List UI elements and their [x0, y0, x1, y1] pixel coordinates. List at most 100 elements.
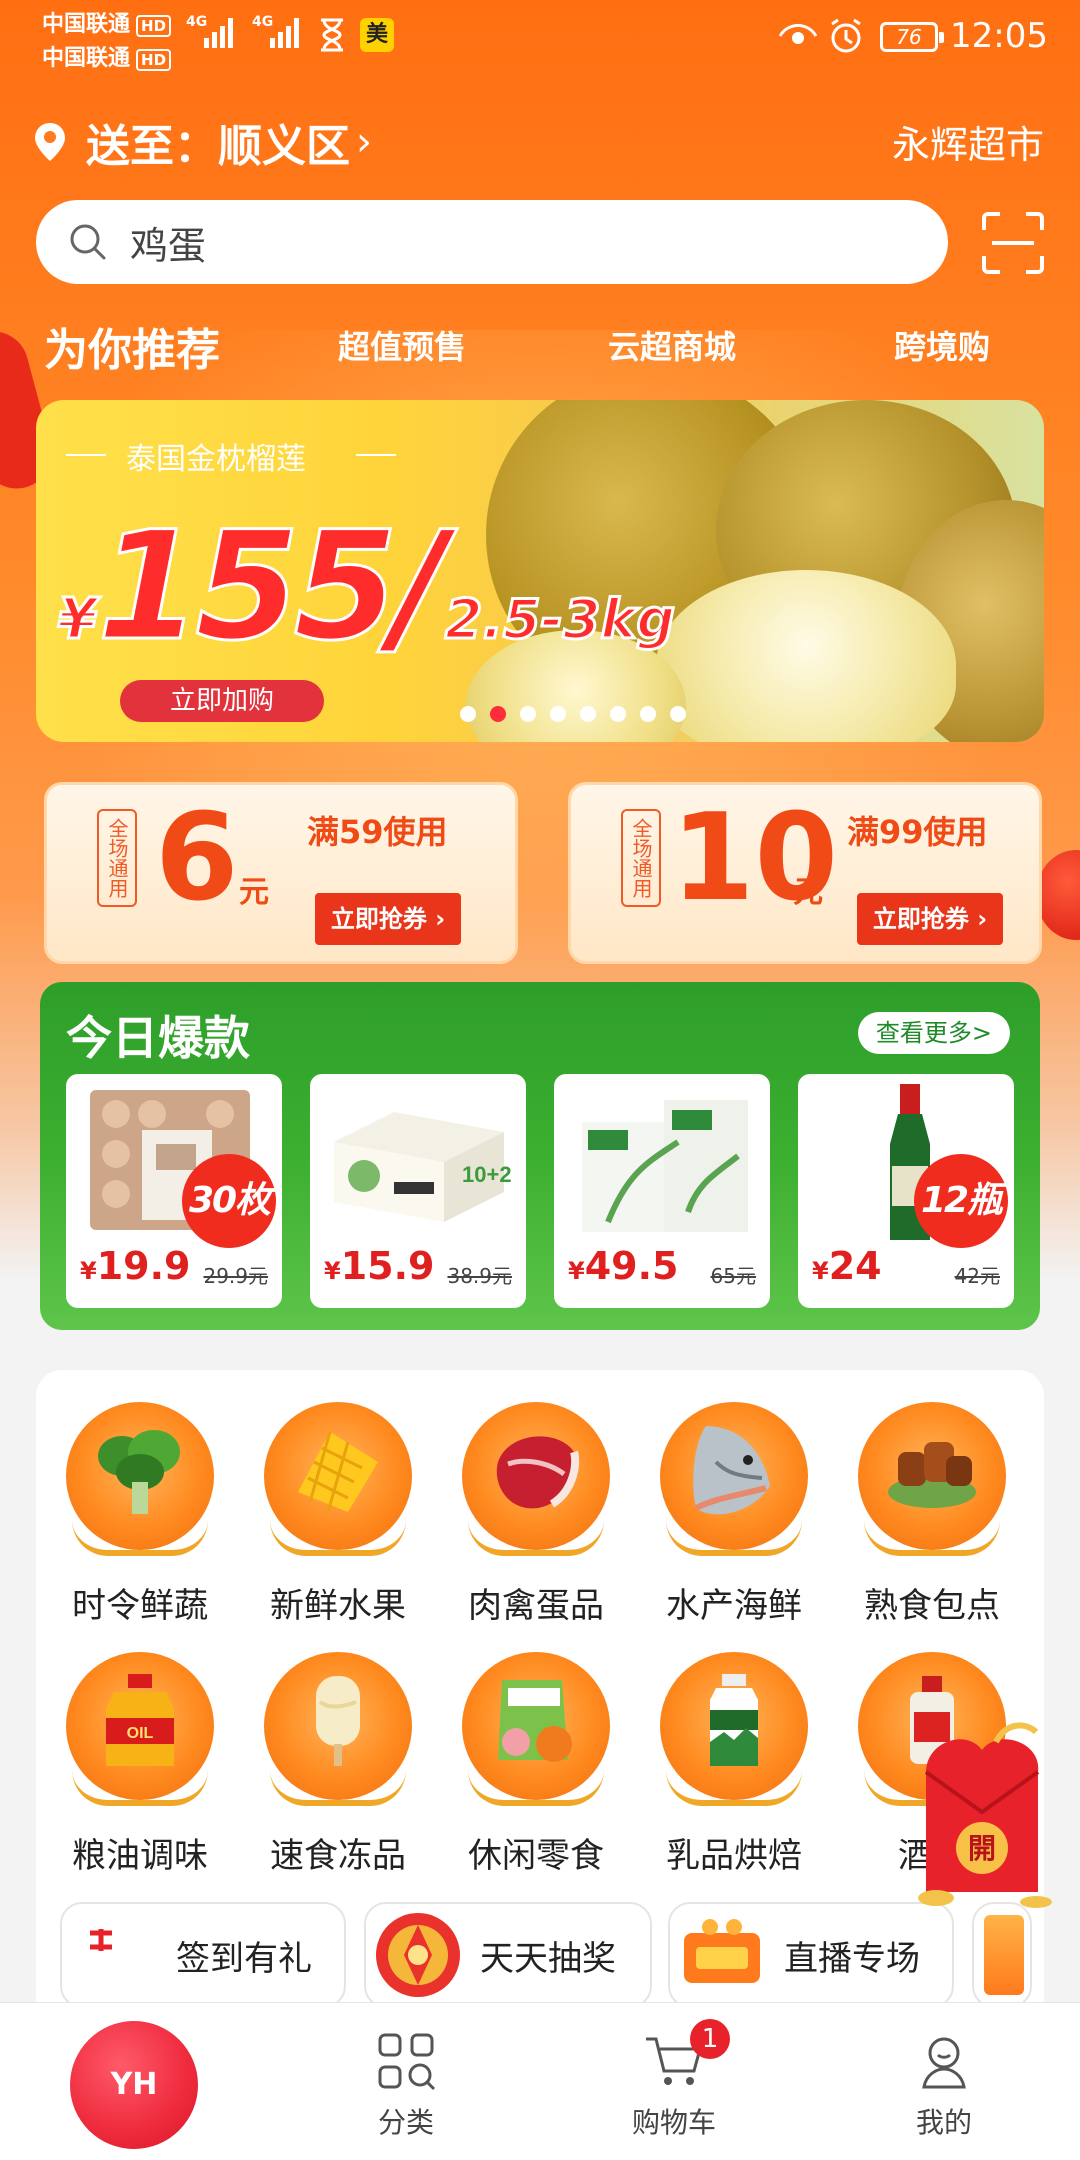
carousel-dots [460, 706, 686, 722]
nav-category[interactable]: 分类 [326, 2029, 486, 2141]
coupon-scope-tag: 全场通用 [97, 809, 137, 907]
svg-text:10+2: 10+2 [462, 1162, 512, 1187]
hot-deals-section: 今日爆款 查看更多> 30枚 ¥19.9 29.9元 10+2 ¥15.9 38… [40, 982, 1040, 1330]
category-seafood[interactable]: 水产海鲜 [634, 1398, 834, 1627]
tab-cloud-mall[interactable]: 云超商城 [608, 322, 736, 368]
signal-icon-2 [270, 18, 299, 48]
carousel-dot[interactable] [640, 706, 656, 722]
carousel-dot[interactable] [610, 706, 626, 722]
category-grain-oil[interactable]: OIL 粮油调味 [40, 1648, 240, 1877]
category-dairy-bakery[interactable]: 乳品烘焙 [634, 1648, 834, 1877]
fish-icon [693, 1426, 770, 1515]
milk-box-image [582, 1100, 748, 1232]
carousel-dot[interactable] [670, 706, 686, 722]
coupon-card[interactable]: 全场通用 10 元 满99使用 立即抢券 › [568, 782, 1042, 964]
search-icon [70, 224, 106, 260]
banner-buy-button[interactable]: 立即加购 [120, 680, 324, 722]
product-price: ¥24 [812, 1244, 882, 1288]
banner-price: ¥ 155/ 2.5-3kg [57, 499, 677, 676]
product-price: ¥49.5 [568, 1244, 679, 1288]
carousel-dot[interactable] [580, 706, 596, 722]
signal-icon-1 [204, 18, 233, 48]
chip-sign-in[interactable]: 签到有礼 [60, 1902, 346, 2008]
meat-icon [496, 1436, 580, 1509]
user-icon [922, 2037, 966, 2089]
search-input[interactable]: 鸡蛋 [130, 215, 206, 270]
chip-live[interactable]: 直播专场 [668, 1902, 954, 2008]
live-icon [684, 1919, 760, 1983]
carousel-dot[interactable] [460, 706, 476, 722]
svg-text:OIL: OIL [127, 1725, 154, 1742]
tissue-pack-image: 10+2 [334, 1112, 512, 1222]
product-price: ¥19.9 [80, 1244, 191, 1288]
coupon-amount: 6 [155, 789, 239, 928]
tab-presale[interactable]: 超值预售 [338, 322, 466, 368]
cooked-food-icon [888, 1442, 976, 1508]
delivery-location-label: 送至：顺义区 [86, 121, 350, 172]
coupon-scope-tag: 全场通用 [621, 809, 661, 907]
coupon-unit: 元 [793, 875, 823, 910]
battery-indicator: 76 [880, 22, 944, 52]
tab-cross-border[interactable]: 跨境购 [894, 322, 990, 368]
chevron-right-icon: › [356, 119, 372, 165]
tab-recommend[interactable]: 为你推荐 [44, 314, 220, 378]
quantity-badge: 30枚 [182, 1154, 276, 1248]
view-more-button[interactable]: 查看更多> [857, 1012, 1010, 1054]
meituan-app-icon: 美 [360, 18, 394, 52]
coupon-card[interactable]: 全场通用 6 元 满59使用 立即抢券 › [44, 782, 518, 964]
category-frozen[interactable]: 速食冻品 [238, 1648, 438, 1877]
vegetable-icon [98, 1430, 180, 1514]
oil-icon: OIL [106, 1674, 174, 1766]
carousel-dot[interactable] [520, 706, 536, 722]
original-price: 42元 [954, 1264, 1000, 1288]
location-pin-icon [35, 123, 65, 161]
grid-icon [378, 2033, 436, 2091]
alarm-icon [831, 18, 861, 53]
delivery-location[interactable]: 送至：顺义区 › [32, 110, 372, 174]
red-packet-icon[interactable]: 開 [896, 1712, 1066, 1908]
search-bar[interactable]: 鸡蛋 [36, 200, 948, 284]
milk-icon [710, 1674, 758, 1766]
bottom-nav: YH 分类 1 购物车 我的 [0, 2002, 1080, 2160]
nav-cart[interactable]: 1 购物车 [594, 2019, 754, 2141]
invite-icon [984, 1915, 1024, 1995]
category-vegetables[interactable]: 时令鲜蔬 [40, 1398, 240, 1627]
hourglass-icon [321, 18, 343, 52]
category-snacks[interactable]: 休闲零食 [436, 1648, 636, 1877]
hot-deals-title: 今日爆款 [66, 1011, 250, 1065]
product-card[interactable]: 12瓶 ¥24 42元 [798, 1074, 1014, 1308]
grab-coupon-button[interactable]: 立即抢券 › [857, 893, 1003, 945]
promo-banner[interactable]: 泰国金枕榴莲 ¥ 155/ 2.5-3kg 立即加购 [36, 400, 1044, 742]
banner-subtitle: 泰国金枕榴莲 [36, 434, 396, 478]
sign-in-icon [86, 1925, 116, 1955]
lottery-icon [376, 1913, 460, 1997]
snack-icon [498, 1680, 572, 1762]
chip-lottery[interactable]: 天天抽奖 [364, 1902, 652, 2008]
home-tab[interactable]: YH [70, 2021, 198, 2149]
coupon-unit: 元 [239, 875, 269, 910]
coupon-condition: 满99使用 [847, 813, 988, 851]
product-card[interactable]: ¥49.5 65元 [554, 1074, 770, 1308]
nav-profile[interactable]: 我的 [864, 2029, 1024, 2141]
clock: 12:05 [950, 16, 1048, 56]
product-card[interactable]: 30枚 ¥19.9 29.9元 [66, 1074, 282, 1308]
product-card[interactable]: 10+2 ¥15.9 38.9元 [310, 1074, 526, 1308]
category-meat-eggs[interactable]: 肉禽蛋品 [436, 1398, 636, 1627]
cart-count-badge: 1 [690, 2019, 730, 2059]
product-price: ¥15.9 [324, 1244, 435, 1288]
channel-tabs: 为你推荐 超值预售 云超商城 跨境购 [0, 310, 1080, 376]
grab-coupon-button[interactable]: 立即抢券 › [315, 893, 461, 945]
chip-invite-partial[interactable] [972, 1902, 1032, 2008]
store-name[interactable]: 永辉超市 [892, 114, 1044, 169]
scan-icon[interactable] [980, 210, 1046, 276]
carousel-dot[interactable] [550, 706, 566, 722]
eye-icon [778, 24, 818, 44]
category-cooked-food[interactable]: 熟食包点 [832, 1398, 1032, 1627]
carousel-dot-active[interactable] [490, 706, 506, 722]
ice-cream-icon [316, 1676, 360, 1766]
original-price: 29.9元 [203, 1264, 268, 1288]
category-fruit[interactable]: 新鲜水果 [238, 1398, 438, 1627]
coupon-condition: 满59使用 [307, 813, 448, 851]
mango-icon [298, 1431, 378, 1513]
original-price: 38.9元 [447, 1264, 512, 1288]
